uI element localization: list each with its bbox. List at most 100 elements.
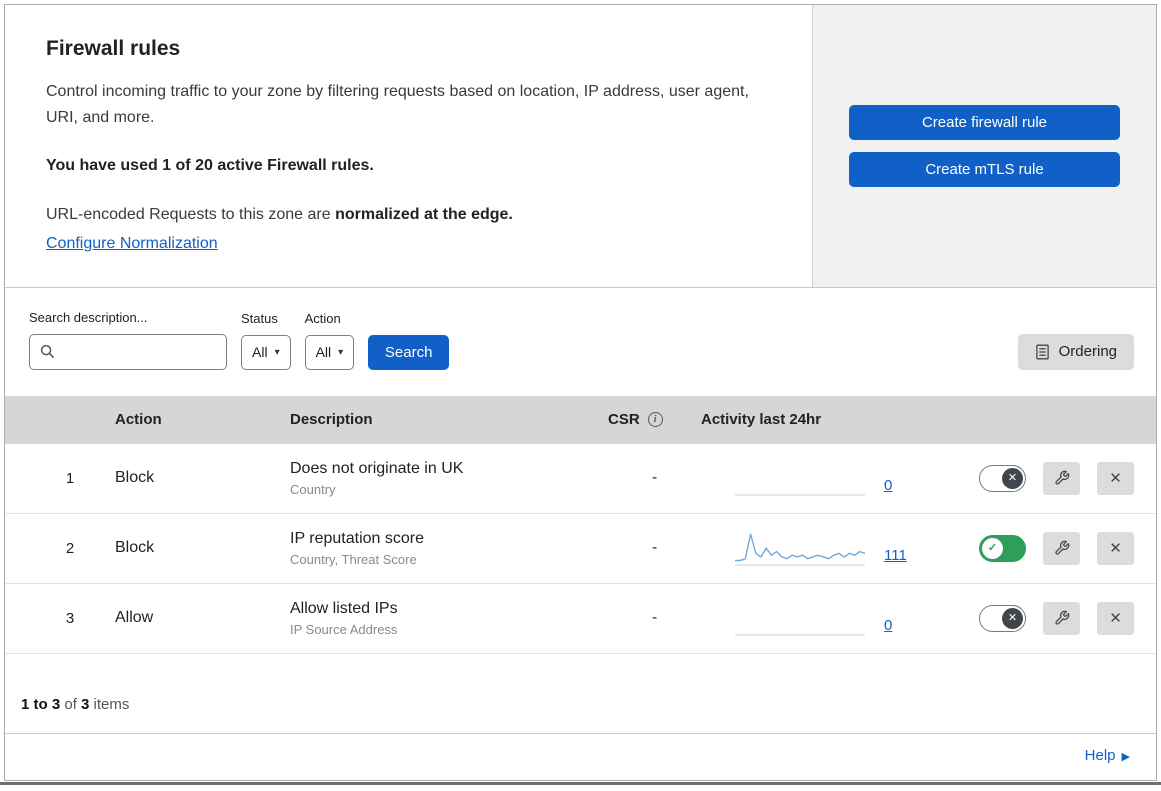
rule-description: Allow listed IPs <box>290 599 398 617</box>
chevron-down-icon: ▾ <box>274 346 280 358</box>
action-select-value: All <box>315 344 332 361</box>
rule-controls: ✕✓ ✕ <box>946 461 1156 495</box>
search-icon <box>40 345 55 359</box>
close-icon: ✕ <box>1109 610 1122 628</box>
rule-enabled-toggle[interactable]: ✕✓ <box>979 464 1026 492</box>
rule-fields: Country <box>290 481 336 497</box>
rule-action: Block <box>115 539 155 557</box>
activity-sparkline <box>735 600 865 636</box>
toggle-knob: ✕✓ <box>982 537 1003 559</box>
help-link[interactable]: Help ▶ <box>1085 747 1130 764</box>
toggle-knob: ✕✓ <box>1002 467 1023 489</box>
rule-priority: 1 <box>65 469 75 487</box>
delete-rule-button[interactable]: ✕ <box>1097 531 1134 565</box>
rule-activity-cell: 0 <box>701 460 946 496</box>
delete-rule-button[interactable]: ✕ <box>1097 601 1134 635</box>
ordering-icon <box>1035 344 1049 360</box>
pagination-of: of <box>60 695 82 713</box>
toggle-off-icon: ✕ <box>1007 611 1018 624</box>
status-label: Status <box>241 310 278 326</box>
search-label: Search description... <box>29 309 148 325</box>
activity-sparkline <box>735 460 865 496</box>
rule-description: Does not originate in UK <box>290 459 464 477</box>
ordering-button-label: Ordering <box>1058 343 1117 361</box>
info-icon[interactable]: i <box>647 412 663 428</box>
column-header-description: Description <box>290 411 373 429</box>
table-header: Action Description CSR i Activity last 2… <box>5 395 1156 444</box>
rule-enabled-toggle[interactable]: ✕✓ <box>979 604 1026 632</box>
actions-panel: Create firewall rule Create mTLS rule <box>812 5 1156 287</box>
status-select-value: All <box>252 344 268 361</box>
rule-activity-cell: 0 <box>701 600 946 636</box>
normalization-note: URL-encoded Requests to this zone are no… <box>46 203 772 227</box>
create-mtls-rule-button[interactable]: Create mTLS rule <box>849 151 1120 187</box>
help-arrow-icon: ▶ <box>1121 750 1130 763</box>
rule-controls: ✕✓ ✕ <box>946 531 1156 565</box>
configure-normalization-link[interactable]: Configure Normalization <box>46 235 218 253</box>
wrench-icon <box>1054 540 1069 555</box>
rule-fields: IP Source Address <box>290 621 398 637</box>
help-label: Help <box>1084 746 1116 764</box>
filter-toolbar: Search description... Status All ▾ Actio… <box>5 288 1156 396</box>
rule-description: IP reputation score <box>290 529 425 547</box>
table-row: 1 Block Does not originate in UK Country… <box>5 443 1156 514</box>
rule-action: Block <box>115 469 155 487</box>
edit-rule-button[interactable] <box>1043 461 1080 495</box>
ordering-button[interactable]: Ordering <box>1017 333 1134 370</box>
action-select[interactable]: All ▾ <box>304 334 355 370</box>
activity-count-link[interactable]: 0 <box>884 477 892 494</box>
status-select[interactable]: All ▾ <box>241 334 291 370</box>
table-row: 3 Allow Allow listed IPs IP Source Addre… <box>5 583 1156 654</box>
search-button[interactable]: Search <box>368 334 450 370</box>
edit-rule-button[interactable] <box>1043 601 1080 635</box>
rule-description-cell: Does not originate in UK Country <box>290 460 608 497</box>
rule-enabled-toggle[interactable]: ✕✓ <box>979 534 1026 562</box>
action-label: Action <box>304 310 341 326</box>
close-icon: ✕ <box>1109 540 1122 558</box>
table-row: 2 Block IP reputation score Country, Thr… <box>5 513 1156 584</box>
column-header-csr: CSR i <box>608 411 701 428</box>
normalization-bold: normalized at the edge. <box>335 205 513 223</box>
toggle-on-icon: ✓ <box>987 541 998 554</box>
top-panel: Firewall rules Control incoming traffic … <box>5 5 1156 288</box>
usage-summary: You have used 1 of 20 active Firewall ru… <box>46 156 374 174</box>
rule-action: Allow <box>115 609 154 627</box>
rule-description-cell: Allow listed IPs IP Source Address <box>290 600 608 637</box>
create-firewall-rule-button[interactable]: Create firewall rule <box>849 104 1120 140</box>
chevron-down-icon: ▾ <box>338 346 344 358</box>
status-filter-group: Status All ▾ <box>241 311 291 370</box>
page-title: Firewall rules <box>46 37 181 60</box>
window-bottom-edge <box>0 781 1161 785</box>
edit-rule-button[interactable] <box>1043 531 1080 565</box>
toggle-off-icon: ✕ <box>1007 471 1018 484</box>
rule-controls: ✕✓ ✕ <box>946 601 1156 635</box>
rule-activity-cell: 111 <box>701 530 946 566</box>
column-header-activity: Activity last 24hr <box>701 411 822 429</box>
activity-count-link[interactable]: 0 <box>884 617 892 634</box>
rule-csr-value: - <box>651 539 658 557</box>
page-description: Control incoming traffic to your zone by… <box>46 83 749 126</box>
wrench-icon <box>1054 610 1069 625</box>
rule-priority: 2 <box>65 539 75 557</box>
search-input[interactable] <box>63 342 216 361</box>
activity-sparkline <box>735 530 866 566</box>
search-box <box>29 333 227 370</box>
firewall-rules-page: Firewall rules Control incoming traffic … <box>4 4 1157 781</box>
rule-fields: Country, Threat Score <box>290 551 417 567</box>
action-filter-group: Action All ▾ <box>304 310 355 370</box>
rule-csr-value: - <box>651 469 658 487</box>
pagination-range: 1 to 3 <box>21 695 61 713</box>
activity-count-link[interactable]: 111 <box>884 547 907 564</box>
rule-description-cell: IP reputation score Country, Threat Scor… <box>290 530 608 567</box>
rule-priority: 3 <box>65 609 75 627</box>
delete-rule-button[interactable]: ✕ <box>1097 461 1134 495</box>
csr-header-label: CSR <box>608 411 640 429</box>
rule-csr-value: - <box>651 609 658 627</box>
close-icon: ✕ <box>1109 470 1122 488</box>
search-field-group: Search description... <box>29 310 227 370</box>
pagination-items-label: items <box>89 695 130 713</box>
normalization-text: URL-encoded Requests to this zone are <box>46 205 336 223</box>
help-row: Help ▶ <box>5 732 1156 780</box>
pagination-summary: 1 to 3 of 3 items <box>5 654 1156 733</box>
intro-section: Firewall rules Control incoming traffic … <box>5 5 812 287</box>
